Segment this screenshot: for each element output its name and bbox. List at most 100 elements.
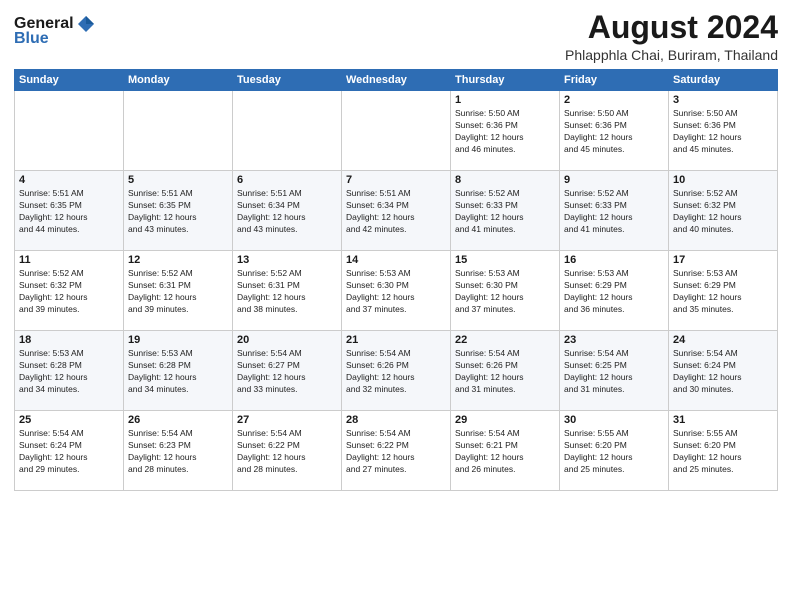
day-number: 20 (237, 334, 337, 346)
table-row: 16 Sunrise: 5:53 AM Sunset: 6:29 PM Dayli… (560, 251, 669, 331)
col-sunday: Sunday (15, 70, 124, 91)
table-row: 23 Sunrise: 5:54 AM Sunset: 6:25 PM Dayli… (560, 331, 669, 411)
table-row: 14 Sunrise: 5:53 AM Sunset: 6:30 PM Dayli… (342, 251, 451, 331)
calendar-week-row: 4 Sunrise: 5:51 AM Sunset: 6:35 PM Daylig… (15, 171, 778, 251)
day-number: 28 (346, 414, 446, 426)
day-info: Sunrise: 5:50 AM Sunset: 6:36 PM Dayligh… (455, 108, 555, 156)
header: General Blue August 2024 Phlapphla Chai,… (14, 10, 778, 63)
table-row: 6 Sunrise: 5:51 AM Sunset: 6:34 PM Daylig… (233, 171, 342, 251)
table-row: 3 Sunrise: 5:50 AM Sunset: 6:36 PM Daylig… (669, 91, 778, 171)
day-info: Sunrise: 5:53 AM Sunset: 6:28 PM Dayligh… (19, 348, 119, 396)
day-info: Sunrise: 5:53 AM Sunset: 6:28 PM Dayligh… (128, 348, 228, 396)
title-block: August 2024 Phlapphla Chai, Buriram, Tha… (565, 10, 778, 63)
table-row (233, 91, 342, 171)
table-row: 2Sunrise: 5:50 AM Sunset: 6:36 PM Daylig… (560, 91, 669, 171)
day-info: Sunrise: 5:54 AM Sunset: 6:22 PM Dayligh… (346, 428, 446, 476)
table-row: 26 Sunrise: 5:54 AM Sunset: 6:23 PM Dayli… (124, 411, 233, 491)
table-row (342, 91, 451, 171)
col-friday: Friday (560, 70, 669, 91)
table-row: 17Sunrise: 5:53 AM Sunset: 6:29 PM Dayli… (669, 251, 778, 331)
day-number: 6 (237, 174, 337, 186)
day-info: Sunrise: 5:52 AM Sunset: 6:32 PM Dayligh… (673, 188, 773, 236)
day-info: Sunrise: 5:54 AM Sunset: 6:27 PM Dayligh… (237, 348, 337, 396)
col-monday: Monday (124, 70, 233, 91)
day-info: Sunrise: 5:55 AM Sunset: 6:20 PM Dayligh… (564, 428, 664, 476)
logo-blue: Blue (14, 30, 49, 48)
table-row: 7Sunrise: 5:51 AM Sunset: 6:34 PM Daylig… (342, 171, 451, 251)
day-info: Sunrise: 5:53 AM Sunset: 6:30 PM Dayligh… (346, 268, 446, 316)
table-row: 19 Sunrise: 5:53 AM Sunset: 6:28 PM Dayli… (124, 331, 233, 411)
day-info: Sunrise: 5:52 AM Sunset: 6:31 PM Dayligh… (237, 268, 337, 316)
table-row: 25Sunrise: 5:54 AM Sunset: 6:24 PM Dayli… (15, 411, 124, 491)
day-info: Sunrise: 5:52 AM Sunset: 6:33 PM Dayligh… (455, 188, 555, 236)
table-row: 11 Sunrise: 5:52 AM Sunset: 6:32 PM Dayli… (15, 251, 124, 331)
logo: General Blue (14, 14, 96, 48)
page-title: August 2024 (565, 10, 778, 45)
col-saturday: Saturday (669, 70, 778, 91)
calendar-week-row: 11 Sunrise: 5:52 AM Sunset: 6:32 PM Dayli… (15, 251, 778, 331)
table-row: 30 Sunrise: 5:55 AM Sunset: 6:20 PM Dayli… (560, 411, 669, 491)
table-row: 27 Sunrise: 5:54 AM Sunset: 6:22 PM Dayli… (233, 411, 342, 491)
day-number: 22 (455, 334, 555, 346)
day-info: Sunrise: 5:52 AM Sunset: 6:33 PM Dayligh… (564, 188, 664, 236)
table-row: 22 Sunrise: 5:54 AM Sunset: 6:26 PM Dayli… (451, 331, 560, 411)
day-info: Sunrise: 5:51 AM Sunset: 6:35 PM Dayligh… (128, 188, 228, 236)
calendar-week-row: 25Sunrise: 5:54 AM Sunset: 6:24 PM Dayli… (15, 411, 778, 491)
calendar-header-row: Sunday Monday Tuesday Wednesday Thursday… (15, 70, 778, 91)
day-info: Sunrise: 5:51 AM Sunset: 6:34 PM Dayligh… (237, 188, 337, 236)
day-number: 27 (237, 414, 337, 426)
calendar-week-row: 1 Sunrise: 5:50 AM Sunset: 6:36 PM Daylig… (15, 91, 778, 171)
table-row: 1 Sunrise: 5:50 AM Sunset: 6:36 PM Daylig… (451, 91, 560, 171)
table-row: 4Sunrise: 5:51 AM Sunset: 6:35 PM Daylig… (15, 171, 124, 251)
table-row: 29 Sunrise: 5:54 AM Sunset: 6:21 PM Dayli… (451, 411, 560, 491)
day-info: Sunrise: 5:54 AM Sunset: 6:22 PM Dayligh… (237, 428, 337, 476)
day-info: Sunrise: 5:55 AM Sunset: 6:20 PM Dayligh… (673, 428, 773, 476)
day-number: 23 (564, 334, 664, 346)
day-info: Sunrise: 5:50 AM Sunset: 6:36 PM Dayligh… (673, 108, 773, 156)
col-tuesday: Tuesday (233, 70, 342, 91)
day-number: 24 (673, 334, 773, 346)
day-number: 30 (564, 414, 664, 426)
day-number: 1 (455, 94, 555, 106)
day-number: 2 (564, 94, 664, 106)
day-number: 8 (455, 174, 555, 186)
table-row: 9 Sunrise: 5:52 AM Sunset: 6:33 PM Daylig… (560, 171, 669, 251)
col-thursday: Thursday (451, 70, 560, 91)
day-number: 14 (346, 254, 446, 266)
day-info: Sunrise: 5:53 AM Sunset: 6:29 PM Dayligh… (564, 268, 664, 316)
calendar-week-row: 18 Sunrise: 5:53 AM Sunset: 6:28 PM Dayli… (15, 331, 778, 411)
day-number: 29 (455, 414, 555, 426)
day-number: 13 (237, 254, 337, 266)
day-number: 9 (564, 174, 664, 186)
day-number: 21 (346, 334, 446, 346)
day-number: 31 (673, 414, 773, 426)
day-number: 5 (128, 174, 228, 186)
day-info: Sunrise: 5:54 AM Sunset: 6:24 PM Dayligh… (19, 428, 119, 476)
table-row: 20 Sunrise: 5:54 AM Sunset: 6:27 PM Dayli… (233, 331, 342, 411)
day-number: 10 (673, 174, 773, 186)
day-info: Sunrise: 5:54 AM Sunset: 6:23 PM Dayligh… (128, 428, 228, 476)
day-number: 19 (128, 334, 228, 346)
day-number: 17 (673, 254, 773, 266)
day-number: 12 (128, 254, 228, 266)
table-row: 31 Sunrise: 5:55 AM Sunset: 6:20 PM Dayli… (669, 411, 778, 491)
table-row (124, 91, 233, 171)
day-number: 4 (19, 174, 119, 186)
table-row: 10 Sunrise: 5:52 AM Sunset: 6:32 PM Dayli… (669, 171, 778, 251)
day-info: Sunrise: 5:54 AM Sunset: 6:21 PM Dayligh… (455, 428, 555, 476)
day-number: 11 (19, 254, 119, 266)
day-info: Sunrise: 5:54 AM Sunset: 6:26 PM Dayligh… (455, 348, 555, 396)
day-info: Sunrise: 5:52 AM Sunset: 6:32 PM Dayligh… (19, 268, 119, 316)
table-row: 18 Sunrise: 5:53 AM Sunset: 6:28 PM Dayli… (15, 331, 124, 411)
day-number: 16 (564, 254, 664, 266)
table-row: 12 Sunrise: 5:52 AM Sunset: 6:31 PM Dayli… (124, 251, 233, 331)
day-number: 18 (19, 334, 119, 346)
day-number: 3 (673, 94, 773, 106)
table-row (15, 91, 124, 171)
table-row: 13 Sunrise: 5:52 AM Sunset: 6:31 PM Dayli… (233, 251, 342, 331)
day-number: 26 (128, 414, 228, 426)
day-info: Sunrise: 5:54 AM Sunset: 6:25 PM Dayligh… (564, 348, 664, 396)
day-info: Sunrise: 5:54 AM Sunset: 6:24 PM Dayligh… (673, 348, 773, 396)
col-wednesday: Wednesday (342, 70, 451, 91)
day-info: Sunrise: 5:52 AM Sunset: 6:31 PM Dayligh… (128, 268, 228, 316)
